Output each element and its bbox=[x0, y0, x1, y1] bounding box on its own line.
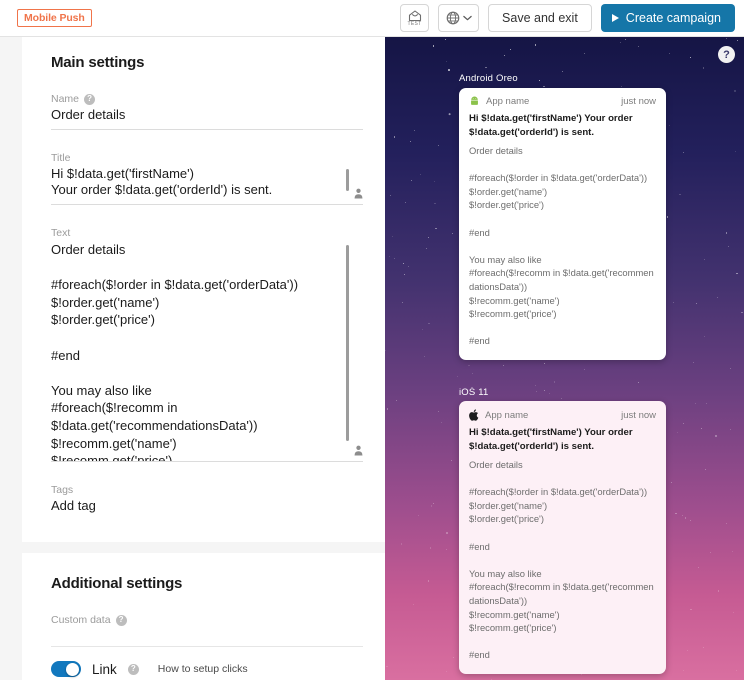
field-name: Name ? Order details bbox=[51, 93, 363, 130]
text-scrollbar[interactable] bbox=[346, 245, 349, 441]
title-scrollbar[interactable] bbox=[346, 169, 349, 191]
name-input-value: Order details bbox=[51, 107, 363, 129]
apple-icon bbox=[469, 409, 479, 421]
ios-notification-body: Hi $!data.get('firstName') Your order $!… bbox=[459, 426, 666, 674]
field-custom-data: Custom data ? bbox=[51, 614, 363, 647]
personalization-icon[interactable] bbox=[354, 445, 363, 456]
help-icon[interactable]: ? bbox=[718, 46, 735, 63]
personalization-icon[interactable] bbox=[354, 188, 363, 199]
android-timestamp: just now bbox=[621, 96, 656, 107]
play-icon bbox=[612, 14, 619, 22]
field-name-label-text: Name bbox=[51, 93, 79, 105]
android-icon bbox=[469, 96, 480, 107]
field-name-label: Name ? bbox=[51, 93, 363, 105]
text-textarea-value: Order details #foreach($!order in $!data… bbox=[51, 241, 363, 461]
link-toggle[interactable] bbox=[51, 661, 81, 677]
how-to-setup-clicks-link[interactable]: How to setup clicks bbox=[158, 663, 248, 675]
ios-notification-title: Hi $!data.get('firstName') Your order $!… bbox=[469, 426, 656, 453]
main-settings-heading: Main settings bbox=[51, 54, 363, 71]
android-os-label: Android Oreo bbox=[459, 73, 518, 84]
toggle-knob bbox=[66, 663, 79, 676]
notification-preview-panel: ? Android Oreo App name just now Hi $!da… bbox=[385, 37, 744, 680]
title-input-value: Hi $!data.get('firstName') Your order $!… bbox=[51, 166, 363, 204]
save-and-exit-button[interactable]: Save and exit bbox=[488, 4, 592, 32]
field-custom-data-label-text: Custom data bbox=[51, 614, 111, 626]
link-label: Link bbox=[92, 662, 117, 677]
help-icon[interactable]: ? bbox=[84, 94, 95, 105]
android-notification-title: Hi $!data.get('firstName') Your order $!… bbox=[469, 112, 656, 139]
tags-input[interactable]: Add tag bbox=[51, 498, 363, 520]
ios-notification-text: Order details #foreach($!order in $!data… bbox=[469, 458, 656, 662]
ios-timestamp: just now bbox=[621, 410, 656, 421]
globe-icon bbox=[446, 11, 460, 25]
help-icon[interactable]: ? bbox=[116, 615, 127, 626]
chevron-down-icon bbox=[463, 15, 472, 21]
field-text-label: Text bbox=[51, 227, 363, 239]
test-label: TEST bbox=[408, 21, 422, 27]
create-campaign-button[interactable]: Create campaign bbox=[601, 4, 735, 32]
help-icon[interactable]: ? bbox=[128, 664, 139, 675]
link-toggle-row: Link ? How to setup clicks bbox=[51, 661, 363, 677]
status-badge-channel: Mobile Push bbox=[17, 9, 92, 28]
field-title: Title Hi $!data.get('firstName') Your or… bbox=[51, 152, 363, 205]
android-notification-preview: App name just now Hi $!data.get('firstNa… bbox=[459, 88, 666, 360]
ios-notification-preview: App name just now Hi $!data.get('firstNa… bbox=[459, 401, 666, 674]
field-text: Text Order details #foreach($!order in $… bbox=[51, 227, 363, 462]
ios-app-name: App name bbox=[485, 410, 528, 421]
field-tags: Tags Add tag bbox=[51, 484, 363, 520]
title-input[interactable]: Hi $!data.get('firstName') Your order $!… bbox=[51, 166, 363, 205]
ios-notification-header: App name just now bbox=[459, 401, 666, 426]
toolbar-actions: TEST Save and exit Create campaign bbox=[400, 4, 735, 32]
android-app-name: App name bbox=[486, 96, 529, 107]
create-campaign-label: Create campaign bbox=[626, 11, 721, 25]
field-title-label: Title bbox=[51, 152, 363, 164]
android-notification-text: Order details #foreach($!order in $!data… bbox=[469, 144, 656, 348]
name-input[interactable]: Order details bbox=[51, 107, 363, 130]
text-textarea[interactable]: Order details #foreach($!order in $!data… bbox=[51, 241, 363, 462]
test-send-button[interactable]: TEST bbox=[400, 4, 429, 32]
language-selector-button[interactable] bbox=[438, 4, 479, 32]
settings-form-panel[interactable]: Main settings Name ? Order details Title… bbox=[0, 37, 385, 680]
android-notification-header: App name just now bbox=[459, 88, 666, 112]
field-title-label-text: Title bbox=[51, 152, 70, 164]
android-notification-body: Hi $!data.get('firstName') Your order $!… bbox=[459, 112, 666, 360]
additional-settings-heading: Additional settings bbox=[51, 575, 363, 592]
field-tags-label: Tags bbox=[51, 484, 363, 496]
field-text-label-text: Text bbox=[51, 227, 70, 239]
ios-os-label: iOS 11 bbox=[459, 387, 489, 398]
field-tags-label-text: Tags bbox=[51, 484, 73, 496]
custom-data-divider bbox=[51, 646, 363, 647]
main-settings-card: Main settings Name ? Order details Title… bbox=[22, 37, 385, 542]
add-tag-button[interactable]: Add tag bbox=[51, 498, 363, 520]
top-toolbar: Mobile Push TEST Save and exit bbox=[0, 0, 744, 37]
additional-settings-card: Additional settings Custom data ? Link ?… bbox=[22, 553, 385, 680]
field-custom-data-label: Custom data ? bbox=[51, 614, 363, 626]
